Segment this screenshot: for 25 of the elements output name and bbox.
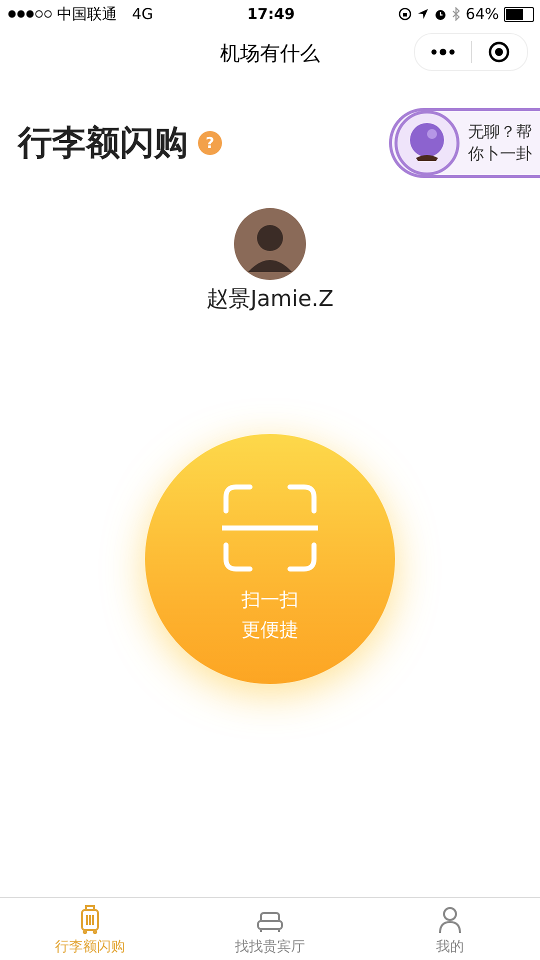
user-name: 赵景Jamie.Z	[206, 286, 334, 314]
crystal-ball-icon	[394, 110, 460, 176]
carrier-text: 中国联通	[57, 4, 117, 24]
section-title: 行李额闪购	[18, 122, 188, 165]
network-text: 4G	[132, 5, 154, 23]
person-icon	[438, 906, 462, 934]
target-icon	[488, 41, 510, 63]
sofa-icon	[256, 910, 284, 934]
avatar	[234, 208, 306, 280]
suitcase-icon	[79, 904, 101, 934]
battery-text: 64%	[466, 5, 499, 23]
more-icon	[430, 48, 455, 56]
fortune-banner[interactable]: 无聊？帮 你卜一卦	[389, 108, 540, 178]
bluetooth-icon	[452, 7, 461, 21]
fortune-text: 无聊？帮 你卜一卦	[468, 121, 532, 165]
signal-icon	[8, 10, 52, 18]
rotation-lock-icon	[398, 7, 412, 21]
page-title: 机场有什么	[220, 40, 320, 66]
battery-icon	[504, 6, 534, 22]
alarm-icon	[434, 8, 447, 20]
location-icon	[416, 8, 429, 20]
help-button[interactable]: ?	[198, 131, 222, 155]
status-time: 17:49	[247, 5, 295, 23]
scan-button[interactable]: 扫一扫 更便捷	[145, 434, 395, 684]
scan-icon	[222, 482, 318, 572]
